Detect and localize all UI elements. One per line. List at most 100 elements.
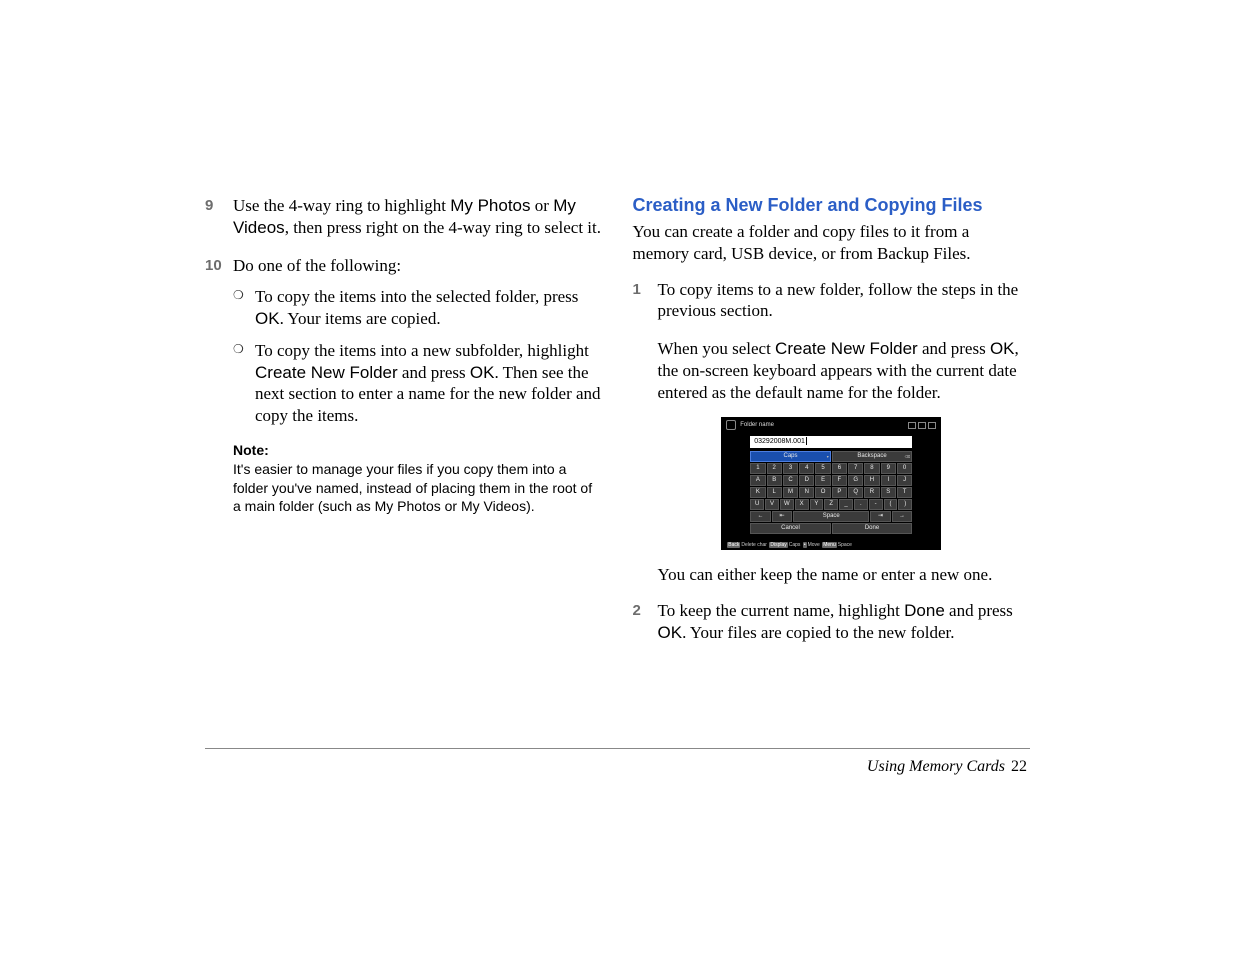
key-_[interactable]: _	[839, 499, 853, 510]
key-4[interactable]: 4	[799, 463, 814, 474]
footer-page-number: 22	[1011, 758, 1027, 775]
ui-label-ok: OK	[255, 309, 280, 328]
key-I[interactable]: I	[881, 475, 896, 486]
key-3[interactable]: 3	[783, 463, 798, 474]
step-2: 2 To keep the current name, highlight Do…	[633, 600, 1031, 644]
paragraph-create-folder: When you select Create New Folder and pr…	[658, 338, 1031, 403]
text: or	[531, 196, 554, 215]
ui-label-ok: OK	[990, 339, 1015, 358]
text: and press	[398, 363, 470, 382]
text: and press	[945, 601, 1013, 620]
key-1[interactable]: 1	[750, 463, 765, 474]
hint: Move	[808, 542, 820, 548]
text: Use the 4-way ring to highlight	[233, 196, 450, 215]
backspace-key[interactable]: Backspace⌫	[832, 451, 913, 462]
hint-chip: Display	[769, 542, 787, 548]
key-)[interactable]: )	[898, 499, 912, 510]
key-9[interactable]: 9	[881, 463, 896, 474]
keyboard-hint: BackDelete char DisplayCaps •Move MenuSp…	[722, 540, 940, 548]
sub-bullet-2: ❍ To copy the items into a new subfolder…	[233, 340, 603, 427]
key-K[interactable]: K	[750, 487, 765, 498]
key-X[interactable]: X	[795, 499, 809, 510]
step-text: To keep the current name, highlight Done…	[658, 600, 1031, 644]
key--[interactable]: -	[869, 499, 883, 510]
done-key[interactable]: Done	[832, 523, 913, 534]
row-a: ABCDEFGHIJ	[750, 475, 912, 486]
step-number: 1	[633, 279, 658, 323]
key-R[interactable]: R	[864, 487, 879, 498]
key-O[interactable]: O	[815, 487, 830, 498]
hint: Space	[838, 542, 852, 548]
text: To keep the current name, highlight	[658, 601, 905, 620]
step-text: Do one of the following:	[233, 255, 401, 277]
key-W[interactable]: W	[780, 499, 794, 510]
left-column: 9 Use the 4-way ring to highlight My Pho…	[205, 195, 603, 660]
cancel-key[interactable]: Cancel	[750, 523, 831, 534]
key-S[interactable]: S	[881, 487, 896, 498]
key-A[interactable]: A	[750, 475, 765, 486]
ui-label-ok: OK	[470, 363, 495, 382]
ui-label-ok: OK	[658, 623, 683, 642]
key-0[interactable]: 0	[897, 463, 912, 474]
key-E[interactable]: E	[815, 475, 830, 486]
key-J[interactable]: J	[897, 475, 912, 486]
key-C[interactable]: C	[783, 475, 798, 486]
step-1: 1 To copy items to a new folder, follow …	[633, 279, 1031, 323]
text: , then press right on the 4-way ring to …	[285, 218, 601, 237]
hint-chip: Back	[727, 542, 740, 548]
footer-rule	[205, 748, 1030, 749]
key-G[interactable]: G	[848, 475, 863, 486]
key-U[interactable]: U	[750, 499, 764, 510]
keyboard-title: Folder name	[740, 422, 774, 428]
key-([interactable]: (	[884, 499, 898, 510]
footer-section: Using Memory Cards	[867, 758, 1005, 775]
key-5[interactable]: 5	[815, 463, 830, 474]
keyboard-titlebar: Folder name	[722, 418, 940, 433]
key-2[interactable]: 2	[767, 463, 782, 474]
step-9: 9 Use the 4-way ring to highlight My Pho…	[205, 195, 603, 239]
key-8[interactable]: 8	[864, 463, 879, 474]
text: To copy the items into a new subfolder, …	[255, 341, 589, 360]
status-icons	[908, 422, 936, 429]
text: To copy the items into the selected fold…	[255, 287, 578, 306]
key-Y[interactable]: Y	[810, 499, 824, 510]
caps-key[interactable]: Caps▾	[750, 451, 831, 462]
key-M[interactable]: M	[783, 487, 798, 498]
intro-paragraph: You can create a folder and copy files t…	[633, 221, 1031, 265]
row-u: UVWXYZ_.-()	[750, 499, 912, 510]
space-key[interactable]: Space	[793, 511, 869, 522]
key-.[interactable]: .	[854, 499, 868, 510]
hint-chip: Menu	[822, 542, 837, 548]
sub-bullet-1: ❍ To copy the items into the selected fo…	[233, 286, 603, 330]
key-6[interactable]: 6	[832, 463, 847, 474]
key-D[interactable]: D	[799, 475, 814, 486]
arrow-end-key[interactable]: ⇥	[870, 511, 891, 522]
key-H[interactable]: H	[864, 475, 879, 486]
key-P[interactable]: P	[832, 487, 847, 498]
hint: Caps	[789, 542, 801, 548]
key-T[interactable]: T	[897, 487, 912, 498]
key-L[interactable]: L	[767, 487, 782, 498]
key-Q[interactable]: Q	[848, 487, 863, 498]
folder-name-input[interactable]: 03292008M.001	[750, 436, 912, 448]
key-Z[interactable]: Z	[824, 499, 838, 510]
folder-icon	[726, 420, 736, 430]
onscreen-keyboard-figure: Folder name 03292008M.001 Caps▾ Backspac…	[721, 417, 941, 550]
key-7[interactable]: 7	[848, 463, 863, 474]
text: . Your items are copied.	[280, 309, 441, 328]
step-text: Use the 4-way ring to highlight My Photo…	[233, 195, 603, 239]
arrow-home-key[interactable]: ⇤	[772, 511, 793, 522]
step-text: To copy items to a new folder, follow th…	[658, 279, 1031, 323]
key-F[interactable]: F	[832, 475, 847, 486]
ui-label-done: Done	[904, 601, 945, 620]
ui-label-my-photos: My Photos	[450, 196, 530, 215]
key-N[interactable]: N	[799, 487, 814, 498]
key-V[interactable]: V	[765, 499, 779, 510]
note-block: Note: It's easier to manage your files i…	[233, 441, 603, 517]
paragraph-keep-name: You can either keep the name or enter a …	[658, 564, 1031, 586]
ui-label-create-new-folder: Create New Folder	[775, 339, 918, 358]
key-B[interactable]: B	[767, 475, 782, 486]
text: When you select	[658, 339, 776, 358]
arrow-right-key[interactable]: →	[892, 511, 913, 522]
arrow-left-key[interactable]: ←	[750, 511, 771, 522]
